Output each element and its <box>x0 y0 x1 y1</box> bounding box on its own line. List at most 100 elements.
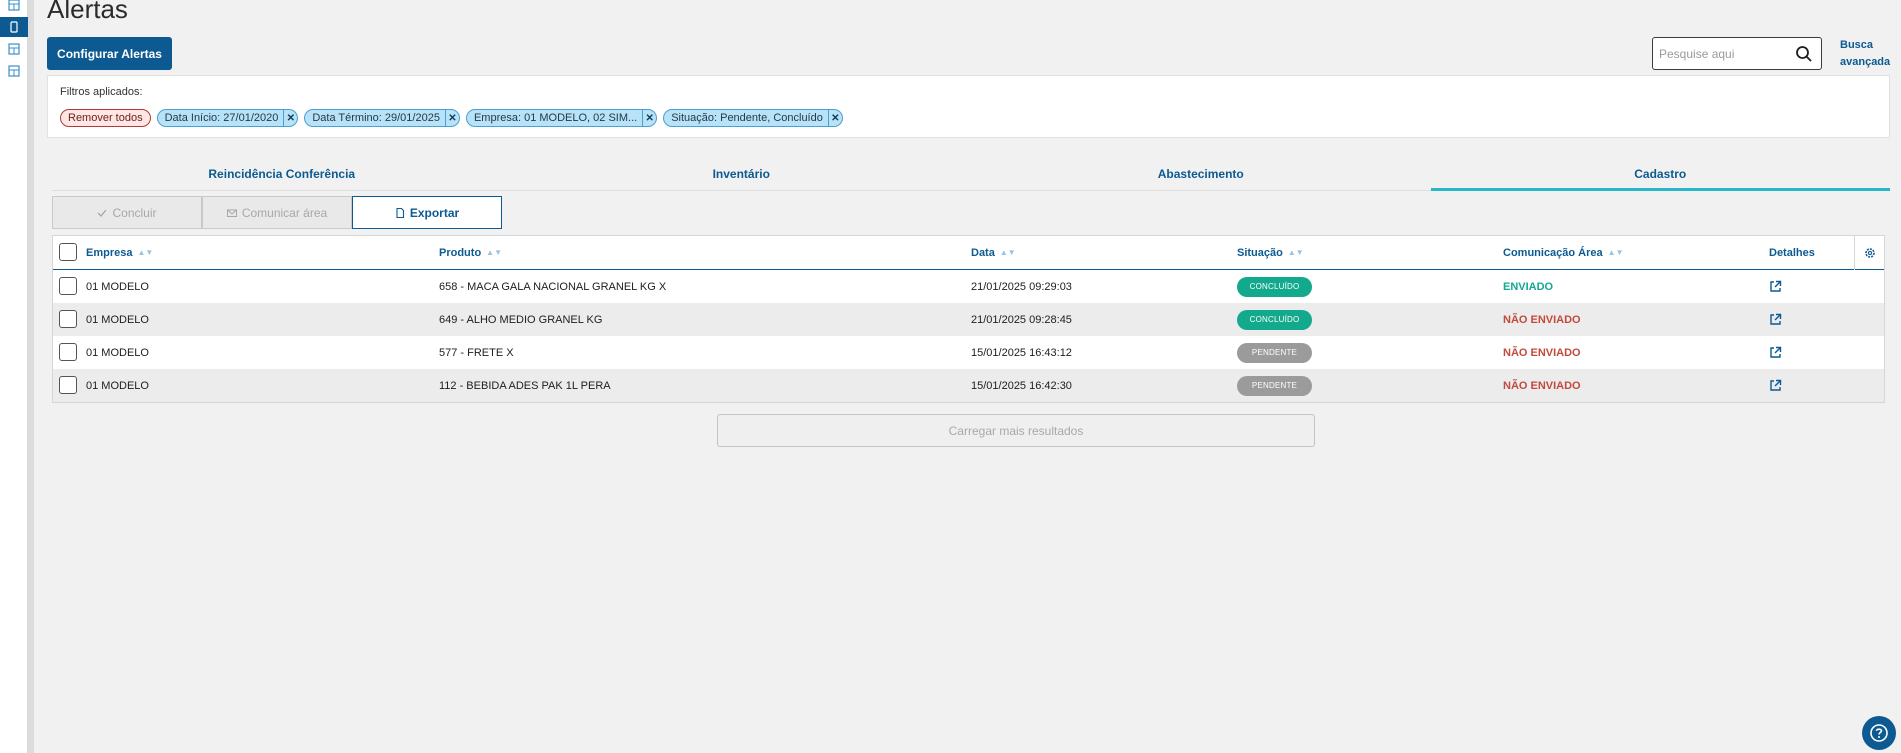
communicate-area-label: Comunicar área <box>241 205 328 220</box>
tab-bar: Reincidência Conferência Inventário Abas… <box>52 161 1890 191</box>
sort-icon: ▲▼ <box>137 248 154 257</box>
status-badge: PENDENTE <box>1237 342 1312 363</box>
document-icon <box>396 207 404 218</box>
column-settings-button[interactable] <box>1854 236 1884 270</box>
mobile-icon <box>10 21 18 33</box>
filter-chip-label: Data Início: 27/01/2020 <box>164 112 279 124</box>
cell-detalhes <box>1769 303 1782 336</box>
column-header-label: Comunicação Área <box>1503 246 1603 259</box>
filter-chip: Data Início: 27/01/2020 ✕ <box>156 109 299 127</box>
close-icon[interactable]: ✕ <box>827 110 842 126</box>
cell-empresa: 01 MODELO <box>86 346 149 359</box>
search-input[interactable] <box>1659 45 1789 63</box>
table-row: 01 MODELO 649 - ALHO MEDIO GRANEL KG 21/… <box>53 303 1884 336</box>
cell-situacao: CONCLUÍDO <box>1237 303 1312 336</box>
cell-situacao: CONCLUÍDO <box>1237 270 1312 303</box>
sort-icon: ▲▼ <box>1287 248 1304 257</box>
close-icon[interactable]: ✕ <box>283 110 297 126</box>
column-header-data[interactable]: Data ▲▼ <box>971 236 1016 269</box>
sort-icon: ▲▼ <box>999 248 1016 257</box>
column-header-label: Situação <box>1237 246 1283 259</box>
sort-icon: ▲▼ <box>1607 248 1624 257</box>
check-icon <box>98 209 107 217</box>
status-badge: CONCLUÍDO <box>1237 309 1312 330</box>
cell-comunicacao: NÃO ENVIADO <box>1503 379 1581 392</box>
filter-chips: Remover todos Data Início: 27/01/2020 ✕ D… <box>60 109 843 127</box>
filter-chip: Data Término: 29/01/2025 ✕ <box>304 109 460 127</box>
column-header-produto[interactable]: Produto ▲▼ <box>439 236 502 269</box>
tab-inventario[interactable]: Inventário <box>512 161 972 190</box>
row-checkbox[interactable] <box>59 376 77 394</box>
sort-icon: ▲▼ <box>486 248 503 257</box>
table-toolbar: Concluir Comunicar área Exportar <box>52 196 502 229</box>
sidebar-item-table[interactable] <box>0 61 28 81</box>
communicate-area-button[interactable]: Comunicar área <box>202 196 352 229</box>
external-link-icon[interactable] <box>1769 280 1782 293</box>
column-header-label: Detalhes <box>1769 246 1815 259</box>
filter-chip: Empresa: 01 MODELO, 02 SIM... ✕ <box>465 109 658 127</box>
cell-produto: 112 - BEBIDA ADES PAK 1L PERA <box>439 379 611 392</box>
external-link-icon[interactable] <box>1769 379 1782 392</box>
table-header-row: Empresa ▲▼ Produto ▲▼ Data ▲▼ Situação ▲▼ Co… <box>53 236 1884 270</box>
status-badge: CONCLUÍDO <box>1237 276 1312 297</box>
conclude-label: Concluir <box>112 205 157 220</box>
sidebar-item-table[interactable] <box>0 0 28 15</box>
advanced-search-line2: avançada <box>1840 56 1891 68</box>
cell-produto: 649 - ALHO MEDIO GRANEL KG <box>439 313 603 326</box>
export-button[interactable]: Exportar <box>352 196 502 229</box>
cell-detalhes <box>1769 369 1782 402</box>
table-icon <box>8 65 20 77</box>
filter-chip-label: Data Término: 29/01/2025 <box>312 112 440 124</box>
table-row: 01 MODELO 658 - MACA GALA NACIONAL GRANE… <box>53 270 1884 303</box>
search-field[interactable] <box>1652 37 1822 70</box>
cell-comunicacao: ENVIADO <box>1503 280 1554 293</box>
table-icon <box>8 0 20 11</box>
row-checkbox[interactable] <box>59 277 77 295</box>
external-link-icon[interactable] <box>1769 346 1782 359</box>
row-checkbox[interactable] <box>59 343 77 361</box>
column-header-comunicacao[interactable]: Comunicação Área ▲▼ <box>1503 236 1624 269</box>
conclude-button[interactable]: Concluir <box>52 196 202 229</box>
sidebar-divider <box>28 0 34 753</box>
table-row: 01 MODELO 577 - FRETE X 15/01/2025 16:43… <box>53 336 1884 369</box>
column-header-label: Produto <box>439 246 482 259</box>
page-title: Alertas <box>47 0 128 24</box>
advanced-search-link[interactable]: Busca avançada <box>1840 37 1896 71</box>
help-button[interactable] <box>1862 716 1896 750</box>
filters-label: Filtros aplicados: <box>60 86 143 98</box>
cell-data: 21/01/2025 09:28:45 <box>971 313 1072 326</box>
select-all-checkbox[interactable] <box>59 243 77 261</box>
close-icon[interactable]: ✕ <box>444 110 459 126</box>
mail-icon <box>226 209 237 217</box>
cell-data: 21/01/2025 09:29:03 <box>971 280 1072 293</box>
gear-icon <box>1864 248 1875 258</box>
cell-data: 15/01/2025 16:43:12 <box>971 346 1072 359</box>
cell-detalhes <box>1769 336 1782 369</box>
row-checkbox[interactable] <box>59 310 77 328</box>
cell-situacao: PENDENTE <box>1237 336 1312 369</box>
cell-detalhes <box>1769 270 1782 303</box>
cell-empresa: 01 MODELO <box>86 379 149 392</box>
cell-empresa: 01 MODELO <box>86 280 149 293</box>
column-header-situacao[interactable]: Situação ▲▼ <box>1237 236 1304 269</box>
configure-alerts-button[interactable]: Configurar Alertas <box>47 37 172 70</box>
export-label: Exportar <box>409 205 460 220</box>
cell-comunicacao: NÃO ENVIADO <box>1503 346 1581 359</box>
load-more-button[interactable]: Carregar mais resultados <box>717 414 1315 447</box>
close-icon[interactable]: ✕ <box>642 110 656 126</box>
column-header-empresa[interactable]: Empresa ▲▼ <box>86 236 153 269</box>
sidebar-item-table[interactable] <box>0 39 28 59</box>
search-icon[interactable] <box>1795 45 1813 63</box>
sidebar-item-mobile[interactable] <box>0 17 28 37</box>
tab-cadastro[interactable]: Cadastro <box>1430 161 1891 191</box>
column-header-label: Data <box>971 246 995 259</box>
remove-all-filters-button[interactable]: Remover todos <box>60 109 151 127</box>
tab-abastecimento[interactable]: Abastecimento <box>971 161 1431 190</box>
filter-chip-label: Empresa: 01 MODELO, 02 SIM... <box>473 112 638 124</box>
external-link-icon[interactable] <box>1769 313 1782 326</box>
cell-situacao: PENDENTE <box>1237 369 1312 402</box>
cell-produto: 577 - FRETE X <box>439 346 514 359</box>
tab-reincidencia-conferencia[interactable]: Reincidência Conferência <box>52 161 512 190</box>
applied-filters-panel: Filtros aplicados: Remover todos Data In… <box>47 75 1890 138</box>
filter-chip: Situação: Pendente, Concluído ✕ <box>663 109 843 127</box>
